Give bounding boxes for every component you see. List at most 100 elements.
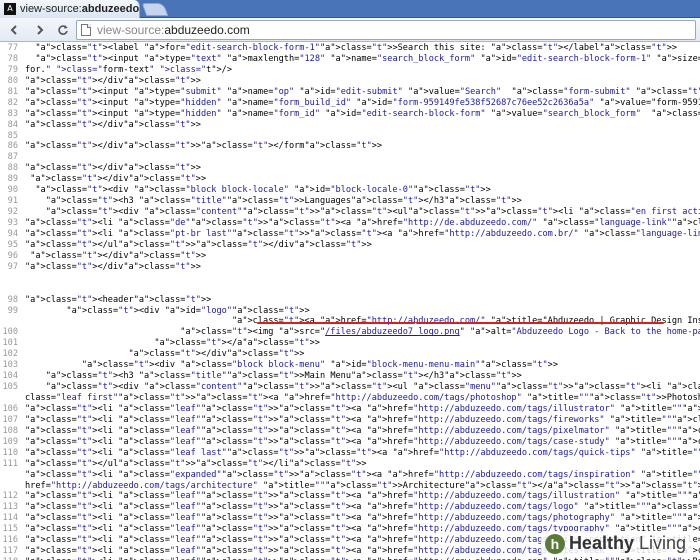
- line-code: "a">class="t"><input "a">type="hidden" "…: [25, 97, 700, 108]
- forward-button[interactable]: [28, 20, 50, 40]
- browser-tab[interactable]: A view-source:abduzeedo.co: [0, 0, 140, 18]
- line-number: 106: [2, 403, 18, 414]
- line-number: 109: [2, 436, 18, 447]
- line-number: 89: [7, 174, 18, 185]
- tab-title-prefix: view-source:: [20, 3, 82, 15]
- line-number: 100: [2, 327, 18, 338]
- line-number: 113: [2, 502, 18, 513]
- line-code: "a">class="t"></a"a">class="t">>: [154, 338, 320, 349]
- line-code: "a">class="t"><li "a">class="leaf""a">cl…: [25, 491, 700, 502]
- source-line: 108 "a">class="t"><li "a">class="leaf""a"…: [0, 426, 700, 437]
- line-number: 92: [7, 207, 18, 218]
- source-line: 91 "a">class="t"><h3 "a">class="title""a…: [0, 196, 700, 207]
- address-bar[interactable]: view-source:abduzeedo.com: [76, 19, 696, 40]
- source-line: 100 "a">class="t"><img "a">src="/files/a…: [0, 327, 700, 338]
- healthy-living-logo-icon: h: [544, 533, 565, 554]
- line-number: 99: [7, 305, 18, 316]
- new-tab-button[interactable]: [141, 3, 169, 16]
- line-code: "a">class="t"><input "a">type="text" "a"…: [35, 53, 700, 64]
- line-code: "a">class="t"><h3 "a">class="title""a">c…: [45, 196, 522, 207]
- line-number: 83: [7, 108, 18, 119]
- line-number: 117: [2, 546, 18, 557]
- source-line: 112 "a">class="t"><li "a">class="leaf""a"…: [0, 491, 700, 502]
- line-code: "a">class="t"></div"a">class="t">>: [25, 163, 201, 174]
- source-line: 97 "a">class="t"></div"a">class="t">>: [0, 262, 700, 273]
- source-line: 84 "a">class="t"></div"a">class="t">>: [0, 120, 700, 131]
- watermark-text-bold: Healthy: [568, 533, 634, 553]
- line-number: 93: [7, 218, 18, 228]
- source-line: 79 for." ">class="form-text" ">class="t">…: [0, 65, 700, 76]
- site-favicon-icon: A: [4, 3, 16, 15]
- line-code: "a">class="t"><li "a">class="leaf""a">cl…: [25, 425, 700, 436]
- reload-button[interactable]: [52, 20, 74, 40]
- line-number: 110: [2, 447, 18, 458]
- line-code: "a">class="t"><li "a">class="leaf""a">cl…: [25, 436, 700, 447]
- line-code: "a">class="t"><li "a">class="de""a">clas…: [25, 218, 700, 228]
- page-icon: [81, 23, 91, 36]
- line-number: 115: [2, 524, 18, 535]
- line-number: 101: [2, 338, 18, 349]
- line-number: 96: [7, 250, 18, 261]
- forward-arrow-icon: [37, 24, 44, 35]
- tab-strip: A view-source:abduzeedo.co: [0, 0, 700, 18]
- source-line: 109 "a">class="t"><li "a">class="leaf""a"…: [0, 437, 700, 448]
- line-code: "a">class="t"><label "a">for="edit-searc…: [35, 43, 678, 53]
- line-number: 91: [7, 196, 18, 207]
- source-line: "a">class="t"><li "a">class="expanded""a…: [0, 470, 700, 481]
- line-code: "a">class="t"></div"a">class="t">>"a">cl…: [25, 141, 383, 152]
- line-number: 102: [2, 349, 18, 360]
- back-button[interactable]: [4, 20, 26, 40]
- source-line: 113 "a">class="t"><li "a">class="leaf""a"…: [0, 502, 700, 513]
- watermark-text: Healthy Living: [569, 533, 686, 554]
- source-line: 87: [0, 152, 700, 163]
- line-number: [0, 284, 18, 295]
- reload-icon: [58, 24, 68, 35]
- source-line: 105 "a">class="t"><div "a">class="conten…: [0, 382, 700, 393]
- source-line: 104 "a">class="t"><h3 "a">class="title""…: [0, 371, 700, 382]
- line-number: 97: [7, 261, 18, 272]
- source-line: [0, 273, 700, 284]
- line-code: "a">class="t"><li "a">class="leaf""a">cl…: [25, 403, 700, 414]
- line-number: 88: [7, 163, 18, 174]
- source-line: 81 "a">class="t"><input "a">type="submit"…: [0, 87, 700, 98]
- source-line: 77 "a">class="t"><label "a">for="edit-se…: [0, 43, 700, 54]
- address-url: view-source:abduzeedo.com: [97, 23, 250, 37]
- tab-title: view-source:abduzeedo.co: [20, 3, 139, 15]
- source-view[interactable]: 77 "a">class="t"><label "a">for="edit-se…: [0, 43, 700, 560]
- line-number: 111: [2, 458, 18, 469]
- line-code: "a">class="t"><div "a">class="content""a…: [45, 207, 700, 218]
- line-number: [0, 393, 18, 404]
- source-line: 106 "a">class="t"><li "a">class="leaf""a"…: [0, 404, 700, 415]
- source-line: 102 "a">class="t"></div"a">class="t">>: [0, 349, 700, 360]
- source-line: [0, 284, 700, 295]
- line-number: 90: [7, 185, 18, 196]
- line-number: 112: [2, 491, 18, 502]
- line-number: 104: [2, 371, 18, 382]
- url-host: abduzeedo.com: [164, 22, 250, 37]
- line-number: 94: [7, 228, 18, 239]
- line-number: 103: [2, 360, 18, 371]
- source-line: 85: [0, 131, 700, 142]
- source-line: class="leaf first""a">class="t">>"a">cla…: [0, 393, 700, 404]
- line-code: "a">class="t"><li "a">class="pt-br last"…: [25, 228, 700, 239]
- line-code: "a">class="t"><img "a">src="/files/abduz…: [180, 327, 700, 338]
- line-number: 80: [7, 75, 18, 86]
- red-underline-img-src: [257, 322, 415, 324]
- source-line: 89 "a">class="t"></div"a">class="t">>: [0, 174, 700, 185]
- source-line: 99 "a">class="t"><div "a">id="logo""a">c…: [0, 306, 700, 317]
- source-line: 78 "a">class="t"><input "a">type="text" …: [0, 54, 700, 65]
- source-line: 93 "a">class="t"><li "a">class="de""a">cl…: [0, 218, 700, 229]
- line-number: 98: [7, 294, 18, 305]
- line-code: "a">class="t"></div"a">class="t">>: [25, 119, 201, 130]
- back-arrow-icon: [10, 24, 17, 35]
- line-code: "a">class="t"></div"a">class="t">>: [25, 75, 201, 86]
- line-number: 116: [2, 535, 18, 546]
- line-number: 84: [7, 119, 18, 130]
- line-code: "a">class="t"><li "a">class="leaf""a">cl…: [25, 513, 700, 524]
- url-prefix: view-source:: [97, 22, 165, 37]
- line-number: 114: [2, 513, 18, 524]
- line-number: 82: [7, 97, 18, 108]
